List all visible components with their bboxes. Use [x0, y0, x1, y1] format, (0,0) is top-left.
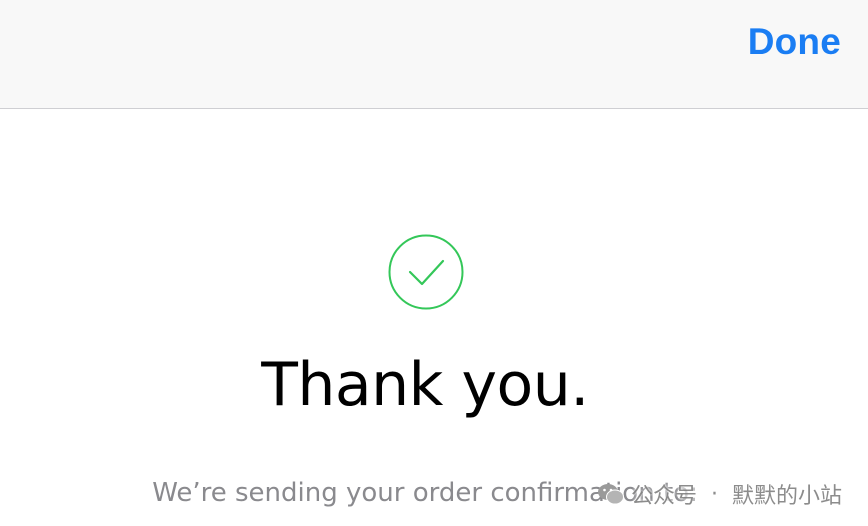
page-title: Thank you. [261, 350, 589, 420]
wechat-icon [597, 484, 624, 505]
navigation-bar: Done [0, 0, 868, 109]
checkmark-circle-icon [388, 234, 464, 310]
done-button[interactable]: Done [748, 21, 841, 63]
watermark-prefix: 公众号 [630, 484, 697, 509]
watermark-name: 默默的小站 [731, 484, 842, 509]
order-confirmation-screen: Done Thank you. We’re sending your order… [0, 0, 868, 526]
watermark-separator: · [710, 481, 718, 507]
watermark: 公众号 · 默默的小站 [597, 478, 842, 510]
